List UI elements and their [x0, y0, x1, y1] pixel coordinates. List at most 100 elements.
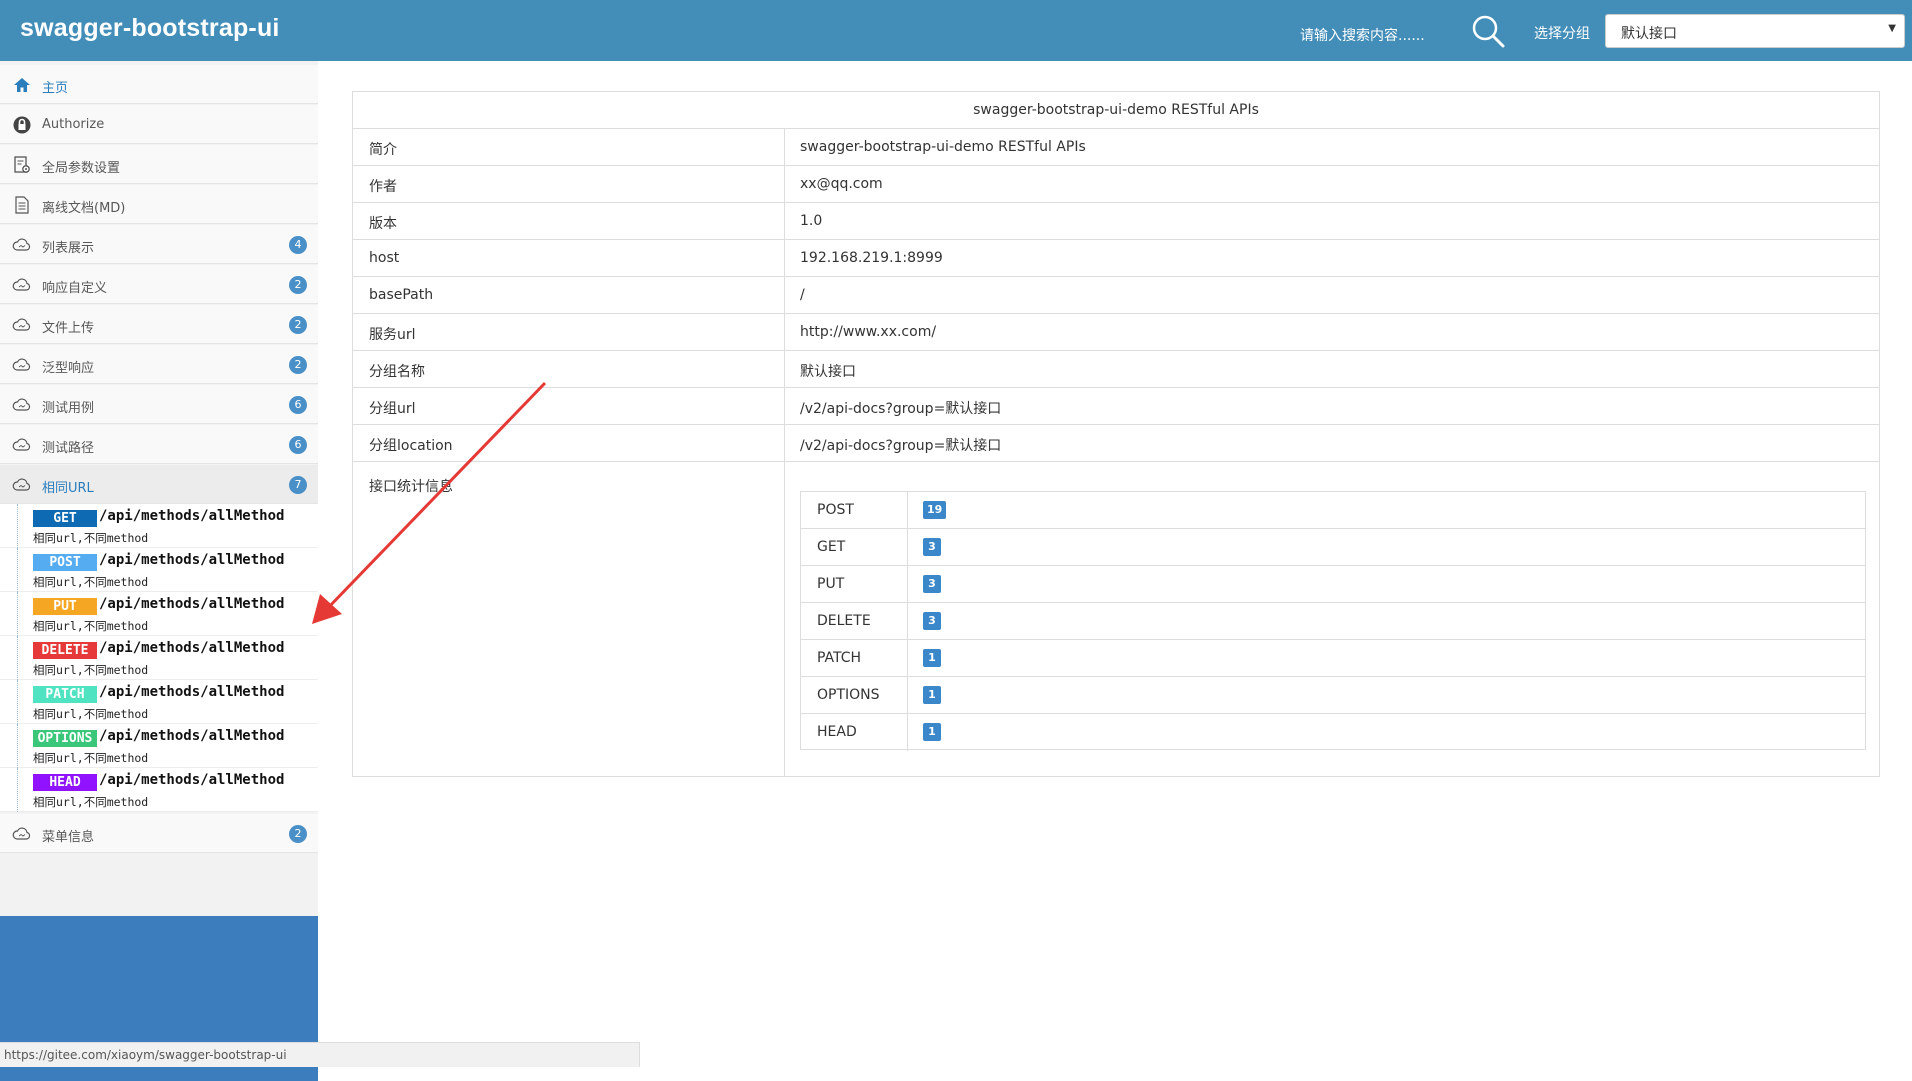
info-row: 分组名称 默认接口: [353, 351, 1879, 388]
api-list-item[interactable]: PATCH/api/methods/allMethod 相同url,不同metho…: [0, 680, 318, 724]
sidebar-item-label: 文件上传: [42, 321, 95, 336]
api-info-table: swagger-bootstrap-ui-demo RESTful APIs 简…: [352, 91, 1880, 777]
tree-guide: [17, 636, 19, 680]
chevron-down-icon: ▼: [1888, 23, 1896, 34]
cloud-icon: [12, 475, 32, 495]
api-list-item[interactable]: PUT/api/methods/allMethod 相同url,不同method: [0, 592, 318, 636]
api-description: 相同url,不同method: [33, 575, 149, 589]
count-badge: 2: [289, 825, 307, 843]
info-row: basePath /: [353, 277, 1879, 314]
sidebar-item-label: 测试用例: [42, 401, 95, 416]
sidebar-item-label: 测试路径: [42, 441, 95, 456]
api-list-item[interactable]: HEAD/api/methods/allMethod 相同url,不同method: [0, 768, 318, 812]
group-select-label: 选择分组: [1534, 26, 1590, 42]
stats-count-badge: 1: [923, 723, 941, 741]
stats-count-badge: 3: [923, 575, 941, 593]
info-key: 分组名称: [369, 364, 425, 380]
sidebar-item-5[interactable]: 响应自定义 2: [0, 265, 318, 304]
api-title: swagger-bootstrap-ui-demo RESTful APIs: [353, 92, 1879, 129]
api-description: 相同url,不同method: [33, 751, 149, 765]
api-list-item[interactable]: OPTIONS/api/methods/allMethod 相同url,不同met…: [0, 724, 318, 768]
stats-row: DELETE 3: [801, 603, 1865, 640]
sidebar-item-7[interactable]: 泛型响应 2: [0, 345, 318, 384]
count-badge: 2: [289, 356, 307, 374]
group-select[interactable]: 默认接口 ▼: [1605, 14, 1905, 48]
stats-method: POST: [817, 502, 854, 518]
info-value: /v2/api-docs?group=默认接口: [800, 401, 1002, 417]
api-path: /api/methods/allMethod: [99, 772, 285, 788]
stats-method: GET: [817, 539, 846, 555]
info-value: swagger-bootstrap-ui-demo RESTful APIs: [800, 139, 1086, 155]
search-icon[interactable]: [1470, 13, 1506, 49]
sidebar-item-6[interactable]: 文件上传 2: [0, 305, 318, 344]
stats-count-badge: 19: [923, 501, 947, 519]
method-badge: PATCH: [33, 686, 97, 703]
document-icon: [12, 195, 32, 215]
sidebar-item-10[interactable]: 相同URL 7: [0, 465, 318, 504]
count-badge: 2: [289, 276, 307, 294]
api-list-item[interactable]: DELETE/api/methods/allMethod 相同url,不同meth…: [0, 636, 318, 680]
sidebar-item-label: 全局参数设置: [42, 161, 121, 176]
stats-method: OPTIONS: [817, 687, 880, 703]
info-value: 192.168.219.1:8999: [800, 250, 943, 266]
info-row: 简介 swagger-bootstrap-ui-demo RESTful APIs: [353, 129, 1879, 166]
sidebar-item-menu-info[interactable]: 菜单信息 2: [0, 814, 318, 853]
info-row: 分组url/v2/api-docs?group=默认接口: [353, 388, 1879, 425]
tree-guide: [17, 592, 19, 636]
tree-guide: [17, 680, 19, 724]
stats-divider: [907, 714, 908, 751]
cloud-icon: [12, 235, 32, 255]
sidebar-item-9[interactable]: 测试路径 6: [0, 425, 318, 464]
home-icon: [12, 75, 32, 95]
group-select-value: 默认接口: [1621, 26, 1677, 42]
sidebar-item-8[interactable]: 测试用例 6: [0, 385, 318, 424]
stats-divider: [907, 566, 908, 603]
method-badge: OPTIONS: [33, 730, 97, 747]
stats-row: GET 3: [801, 529, 1865, 566]
api-list-item[interactable]: POST/api/methods/allMethod 相同url,不同method: [0, 548, 318, 592]
info-value: xx@qq.com: [800, 176, 883, 192]
sidebar-item-0[interactable]: 主页: [0, 65, 318, 104]
sidebar-item-4[interactable]: 列表展示 4: [0, 225, 318, 264]
sidebar-item-label: 泛型响应: [42, 361, 95, 376]
stats-divider: [907, 492, 908, 529]
cloud-icon: [12, 395, 32, 415]
info-key: 服务url: [369, 327, 416, 343]
stats-divider: [907, 603, 908, 640]
status-url: https://gitee.com/xiaoym/swagger-bootstr…: [4, 1048, 287, 1062]
cloud-icon: [12, 824, 32, 844]
stats-row: OPTIONS 1: [801, 677, 1865, 714]
stats-method: DELETE: [817, 613, 871, 629]
sidebar-item-2[interactable]: 全局参数设置: [0, 145, 318, 184]
tree-guide: [17, 768, 19, 812]
api-list-item[interactable]: GET/api/methods/allMethod 相同url,不同method: [0, 504, 318, 548]
count-badge: 2: [289, 316, 307, 334]
info-value: /v2/api-docs?group=默认接口: [800, 438, 1002, 454]
search-input[interactable]: 请输入搜索内容......: [1300, 25, 1425, 45]
top-navbar: swagger-bootstrap-ui 请输入搜索内容...... 选择分组 …: [0, 0, 1912, 61]
sidebar-item-label: 离线文档(MD): [42, 201, 126, 216]
info-row: 服务url http://www.xx.com/: [353, 314, 1879, 351]
method-badge: HEAD: [33, 774, 97, 791]
stats-method: PUT: [817, 576, 845, 592]
info-key: 作者: [369, 179, 397, 195]
tree-guide: [17, 724, 19, 768]
sidebar-item-label: 主页: [42, 81, 69, 96]
status-bar: https://gitee.com/xiaoym/swagger-bootstr…: [0, 1042, 640, 1067]
brand-title[interactable]: swagger-bootstrap-ui: [20, 14, 280, 43]
api-description: 相同url,不同method: [33, 707, 149, 721]
sidebar-item-1[interactable]: Authorize: [0, 105, 318, 144]
info-key: 简介: [369, 142, 397, 158]
api-description: 相同url,不同method: [33, 619, 149, 633]
info-row: 版本 1.0: [353, 203, 1879, 240]
info-key: basePath: [369, 287, 434, 303]
api-path: /api/methods/allMethod: [99, 508, 285, 524]
sidebar-item-label: 响应自定义: [42, 281, 108, 296]
method-stats-table: POST 19 GET 3 PUT 3 DELETE 3 PATCH 1 OPTIONS 1 HEAD 1: [800, 491, 1866, 751]
info-row: 分组location/v2/api-docs?group=默认接口: [353, 425, 1879, 462]
sidebar-item-3[interactable]: 离线文档(MD): [0, 185, 318, 224]
stats-row: POST 19: [801, 492, 1865, 529]
sidebar-item-label: Authorize: [42, 117, 105, 132]
cloud-icon: [12, 355, 32, 375]
api-description: 相同url,不同method: [33, 663, 149, 677]
